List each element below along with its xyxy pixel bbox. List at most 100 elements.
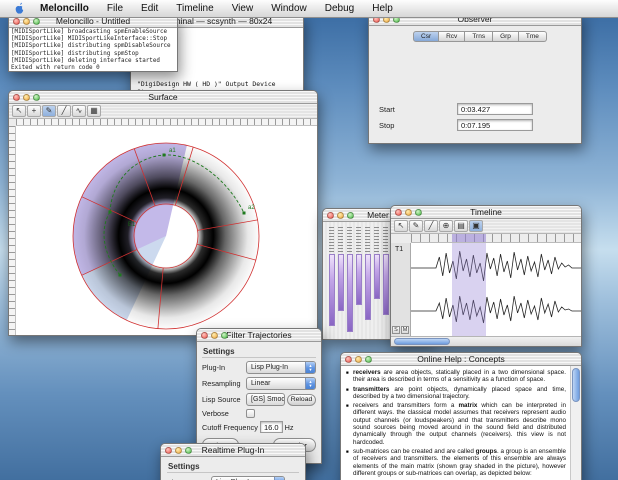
tab-group[interactable]: Grp — [493, 31, 519, 42]
tab-cursor[interactable]: Csr — [413, 31, 440, 42]
timeline-titlebar[interactable]: Timeline — [391, 206, 581, 219]
surface-canvas-area: a1 a2 E1 — [9, 126, 317, 335]
meter-channel-label — [338, 226, 343, 252]
window-controls — [13, 18, 40, 25]
minimize-button[interactable] — [175, 447, 182, 454]
stop-time-field[interactable]: 0:07.195 — [457, 119, 533, 131]
help-bullet: receivers are area objects, statically p… — [346, 369, 566, 384]
help-bullet: receivers and transmitters form a matrix… — [346, 402, 566, 446]
menu-app[interactable]: Meloncillo — [31, 0, 98, 17]
apple-menu[interactable] — [8, 0, 31, 17]
menu-timeline[interactable]: Timeline — [167, 0, 222, 17]
close-button[interactable] — [13, 94, 20, 101]
surface-toolbar: ↖ + ✎ ╱ ∿ ▦ — [9, 104, 317, 119]
line-tool-icon[interactable]: ╱ — [57, 105, 71, 117]
close-button[interactable] — [13, 18, 20, 25]
minimize-button[interactable] — [211, 332, 218, 339]
realtime-titlebar[interactable]: Realtime Plug-In — [161, 444, 305, 457]
plugin-dropdown[interactable]: Lisp Plug-In ▲▼ — [211, 476, 285, 480]
blend-tool-icon[interactable]: ▤ — [454, 220, 468, 232]
lisp-source-label: Lisp Source — [202, 395, 241, 404]
minimize-button[interactable] — [355, 356, 362, 363]
filter-titlebar[interactable]: Filter Trajectories — [197, 329, 321, 342]
cutoff-frequency-field[interactable]: 16.0 — [260, 421, 283, 433]
menu-help[interactable]: Help — [363, 0, 402, 17]
reload-button[interactable]: Reload — [287, 393, 316, 406]
resampling-dropdown[interactable]: Linear ▲ ▼ — [246, 377, 316, 390]
terminal-line: "DigiDesign HW ( HD )" Output Device — [137, 80, 276, 88]
time-selection — [451, 234, 486, 242]
point-label: a2 — [248, 205, 255, 211]
vertical-ruler — [9, 126, 16, 335]
window-controls — [13, 94, 40, 101]
filter-body: Settings Plug-In Lisp Plug-In ▲ ▼ Resampl… — [197, 342, 321, 455]
minimize-button[interactable] — [23, 18, 30, 25]
menu-edit[interactable]: Edit — [132, 0, 167, 17]
scrollbar-thumb[interactable] — [394, 338, 450, 345]
timeline-scrollbar[interactable] — [391, 336, 581, 346]
surface-canvas[interactable]: a1 a2 E1 — [16, 126, 317, 336]
cutoff-unit-label: Hz — [284, 422, 294, 432]
zoom-button[interactable] — [33, 18, 40, 25]
scrollbar-thumb[interactable] — [572, 368, 580, 402]
stop-label: Stop — [379, 120, 395, 130]
plugin-row: Plug-In Lisp Plug-In ▲▼ — [202, 361, 316, 374]
waveform-area[interactable] — [411, 243, 581, 336]
zoom-button[interactable] — [185, 447, 192, 454]
tab-receiver[interactable]: Rcv — [439, 31, 466, 42]
menu-debug[interactable]: Debug — [316, 0, 363, 17]
zoom-tool-icon[interactable]: ⊕ — [439, 220, 453, 232]
pointer-tool-icon[interactable]: ↖ — [12, 105, 26, 117]
lisp-source-dropdown[interactable]: [GS] Smooth ▲▼ — [246, 393, 286, 406]
help-titlebar[interactable]: Online Help : Concepts — [341, 353, 581, 366]
minimize-button[interactable] — [23, 94, 30, 101]
meter-column — [337, 226, 344, 311]
resampling-row: Resampling Linear ▲ ▼ — [202, 377, 316, 390]
meter-channel-label — [347, 226, 352, 252]
zoom-button[interactable] — [347, 212, 354, 219]
close-button[interactable] — [345, 356, 352, 363]
zoom-button[interactable] — [33, 94, 40, 101]
mute-button[interactable]: M — [401, 326, 409, 334]
horizontal-ruler — [16, 119, 317, 126]
close-button[interactable] — [327, 212, 334, 219]
close-button[interactable] — [395, 209, 402, 216]
pencil-tool-icon[interactable]: ✎ — [409, 220, 423, 232]
tab-transmitter[interactable]: Trns — [465, 31, 494, 42]
solo-button[interactable]: S — [392, 326, 400, 334]
verbose-row: Verbose — [202, 409, 316, 418]
zoom-button[interactable] — [365, 356, 372, 363]
minimize-button[interactable] — [337, 212, 344, 219]
help-scrollbar[interactable] — [570, 366, 581, 480]
track-name: T1 — [395, 246, 404, 253]
pencil-tool-icon[interactable]: ✎ — [42, 105, 56, 117]
verbose-checkbox[interactable] — [246, 409, 255, 418]
help-bullet: transmitters are point objects, dynamica… — [346, 386, 566, 401]
tab-time[interactable]: Tme — [518, 31, 547, 42]
close-button[interactable] — [165, 447, 172, 454]
close-button[interactable] — [201, 332, 208, 339]
menu-window[interactable]: Window — [262, 0, 316, 17]
zoom-button[interactable] — [415, 209, 422, 216]
minimize-button[interactable] — [405, 209, 412, 216]
menu-view[interactable]: View — [223, 0, 263, 17]
line-tool-icon[interactable]: ╱ — [424, 220, 438, 232]
window-controls — [201, 332, 228, 339]
menu-file[interactable]: File — [98, 0, 132, 17]
grid-tool-icon[interactable]: ▦ — [87, 105, 101, 117]
log-line: Exited with return code 0 — [11, 65, 100, 72]
time-ruler[interactable] — [411, 234, 581, 243]
start-time-field[interactable]: 0:03.427 — [457, 103, 533, 115]
pointer-tool-icon[interactable]: ↖ — [394, 220, 408, 232]
catch-toggle-icon[interactable]: ▣ — [469, 220, 483, 232]
meter-column — [373, 226, 380, 299]
crosshair-tool-icon[interactable]: + — [27, 105, 41, 117]
meter-channel-label — [383, 226, 388, 252]
plugin-dropdown[interactable]: Lisp Plug-In ▲▼ — [246, 361, 316, 374]
curve-tool-icon[interactable]: ∿ — [72, 105, 86, 117]
zoom-button[interactable] — [221, 332, 228, 339]
receiver-label: E1 — [128, 222, 136, 228]
surface-titlebar[interactable]: Surface — [9, 91, 317, 104]
verbose-label: Verbose — [202, 409, 229, 418]
meter-bars — [328, 226, 389, 332]
